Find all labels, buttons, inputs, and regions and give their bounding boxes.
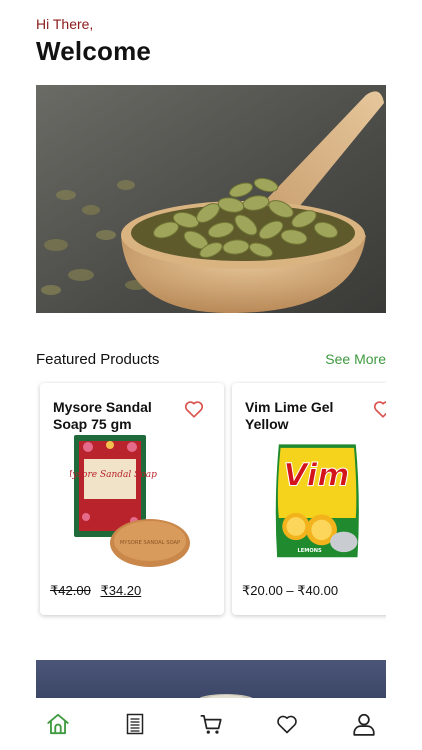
list-icon [126,713,143,735]
hero-cardamom-image [36,85,386,313]
soap-bar-text: MYSORE SANDAL SOAP [120,540,180,546]
greeting: Hi There, [36,16,94,32]
promo-banner-image [198,694,254,700]
featured-products-header: Featured Products See More [36,351,386,368]
soap-package-text: Mysore Sandal Soap [70,470,157,480]
product-price: ₹42.00 ₹34.20 [50,583,141,599]
bottom-nav [0,698,422,750]
hero-banner[interactable] [36,85,386,313]
see-more-link[interactable]: See More [325,351,386,367]
vim-logo-text: Vim [284,457,350,493]
product-price: ₹20.00 – ₹40.00 [242,583,339,598]
profile-icon [353,713,375,736]
home-icon [47,713,69,735]
heart-icon [277,715,298,734]
section-title: Featured Products [36,351,160,368]
favorite-heart-icon[interactable] [372,398,386,420]
favorite-heart-icon[interactable] [183,398,205,420]
product-name: Vim Lime Gel Yellow [245,399,334,432]
product-card[interactable]: Mysore Sandal Soap 75 gm Mysore Sandal S… [40,383,224,615]
page-title: Welcome [36,36,152,66]
nav-profile[interactable] [346,706,382,742]
sale-price: ₹34.20 [100,583,142,598]
nav-cart[interactable] [193,706,229,742]
product-carousel[interactable]: Mysore Sandal Soap 75 gm Mysore Sandal S… [36,381,386,621]
nav-wishlist[interactable] [269,706,305,742]
cart-icon [200,715,222,734]
product-card[interactable]: Vim Lime Gel Yellow Vim LEMONS ₹20.00 – … [232,383,386,615]
promo-banner[interactable] [36,660,386,700]
nav-orders[interactable] [117,706,153,742]
vim-pack-text: LEMONS [298,548,322,554]
product-image: Mysore Sandal Soap MYSORE SANDAL SOAP [70,435,190,567]
nav-home[interactable] [40,706,76,742]
product-image: Vim LEMONS [275,444,359,558]
product-name: Mysore Sandal Soap 75 gm [53,399,152,432]
original-price: ₹42.00 [50,583,91,598]
